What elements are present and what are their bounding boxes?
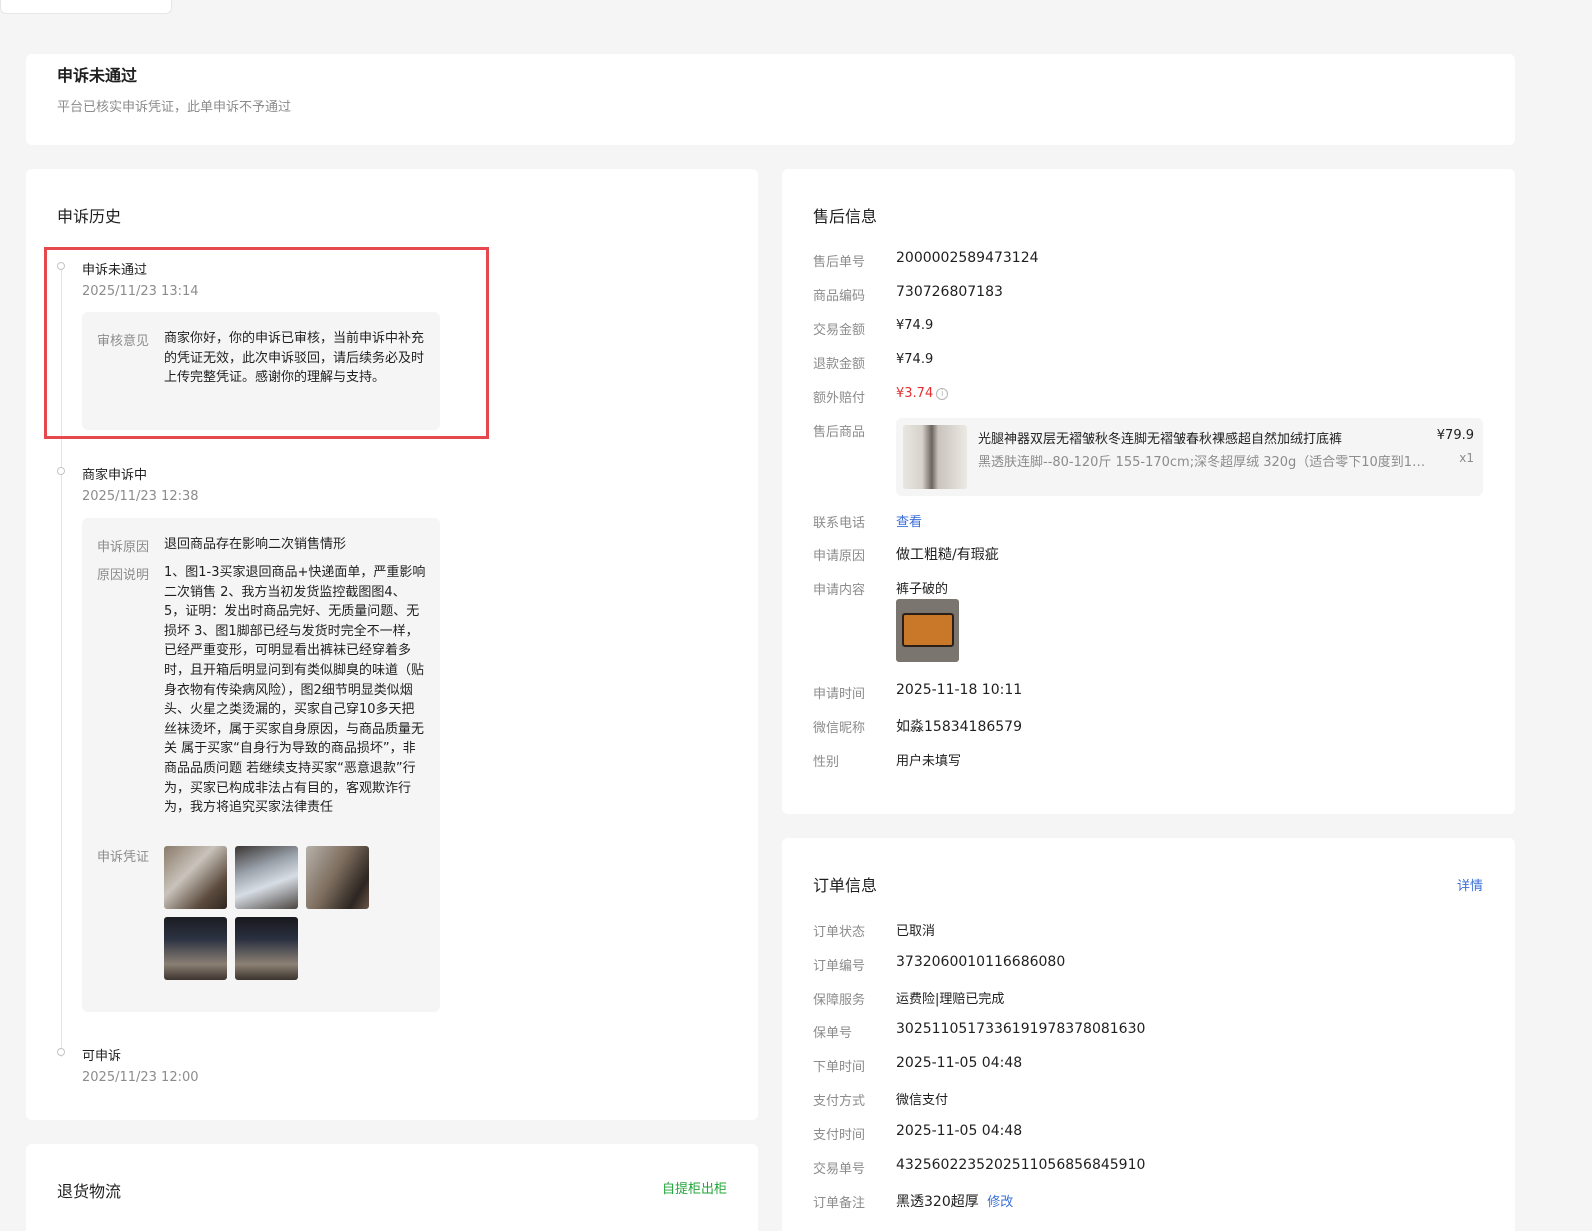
- logistics-status: 自提柜出柜: [661, 1182, 727, 1197]
- wechat-nickname-label: 微信昵称: [813, 721, 866, 736]
- apply-reason-label: 申请原因: [813, 549, 866, 564]
- search-input[interactable]: [0, 0, 172, 14]
- order-remark-row: 黑透320超厚 修改: [896, 1191, 1013, 1211]
- timeline-dot: [57, 1048, 65, 1056]
- payment-method-label: 支付方式: [813, 1094, 866, 1109]
- order-status-label: 订单状态: [813, 925, 866, 940]
- protection-service-label: 保障服务: [813, 993, 866, 1008]
- contact-phone-label: 联系电话: [813, 516, 866, 531]
- view-phone-link[interactable]: 查看: [896, 511, 922, 530]
- order-detail-link[interactable]: 详情: [1457, 875, 1483, 894]
- order-time-value: 2025-11-05 04:48: [896, 1055, 1023, 1071]
- policy-number-value: 3025110517336191978378081630: [896, 1021, 1146, 1037]
- order-id-label: 订单编号: [813, 959, 866, 974]
- payment-time-value: 2025-11-05 04:48: [896, 1123, 1023, 1139]
- return-logistics-title: 退货物流: [57, 1182, 122, 1201]
- apply-content-image[interactable]: [896, 599, 959, 662]
- gender-label: 性别: [813, 755, 840, 770]
- evidence-label: 申诉凭证: [97, 850, 150, 865]
- extra-compensation-value: ¥3.74: [896, 386, 934, 401]
- trade-amount-value: ¥74.9: [896, 318, 934, 333]
- transaction-id-value: 4325602235202511056856845910: [896, 1157, 1146, 1173]
- edit-remark-link[interactable]: 修改: [987, 1195, 1013, 1210]
- apply-content-label: 申请内容: [813, 583, 866, 598]
- trade-amount-label: 交易金额: [813, 323, 866, 338]
- order-remark-label: 订单备注: [813, 1196, 866, 1211]
- order-time-label: 下单时间: [813, 1060, 866, 1075]
- highlight-box: [44, 247, 489, 439]
- product-name: 光腿神器双层无褶皱秋冬连脚无褶皱春秋裸感超自然加绒打底裤: [978, 432, 1343, 447]
- apply-content-value: 裤子破的: [896, 582, 949, 597]
- product-thumbnail: [903, 425, 967, 489]
- appeal-reason-label: 申诉原因: [97, 540, 150, 555]
- appeal-reason-text: 退回商品存在影响二次销售情形: [164, 537, 347, 552]
- policy-number-label: 保单号: [813, 1026, 853, 1041]
- refund-amount-label: 退款金额: [813, 357, 866, 372]
- appeal-status-desc: 平台已核实申诉凭证，此单申诉不予通过: [57, 100, 292, 115]
- appeal-history-title: 申诉历史: [57, 207, 122, 226]
- aftersale-info-title: 售后信息: [813, 207, 878, 226]
- apply-time-value: 2025-11-18 10:11: [896, 682, 1023, 698]
- top-bar: [0, 0, 1592, 14]
- order-status-value: 已取消: [896, 924, 936, 939]
- evidence-image[interactable]: [235, 846, 298, 909]
- apply-reason-value: 做工粗糙/有瑕疵: [896, 547, 999, 563]
- payment-time-label: 支付时间: [813, 1128, 866, 1143]
- aftersale-product-card[interactable]: 光腿神器双层无褶皱秋冬连脚无褶皱春秋裸感超自然加绒打底裤 黑透肤连脚--80-1…: [896, 418, 1483, 496]
- gender-value: 用户未填写: [896, 754, 962, 769]
- product-code-value: 730726807183: [896, 284, 1003, 300]
- timeline-entry-time: 2025/11/23 12:00: [82, 1070, 199, 1085]
- extra-compensation-row: ¥3.74 i: [896, 386, 949, 401]
- return-logistics-card: 退货物流 自提柜出柜: [26, 1144, 758, 1231]
- evidence-image[interactable]: [164, 846, 227, 909]
- timeline-entry-title: 商家申诉中: [82, 468, 148, 483]
- payment-method-value: 微信支付: [896, 1093, 949, 1108]
- product-code-label: 商品编码: [813, 289, 866, 304]
- order-remark-value: 黑透320超厚: [896, 1194, 979, 1210]
- product-price: ¥79.9: [1436, 428, 1474, 443]
- timeline-dot: [57, 467, 65, 475]
- protection-service-value: 运费险|理赔已完成: [896, 992, 1005, 1007]
- reason-explain-text: 1、图1-3买家退回商品+快递面单，严重影响二次销售 2、我方当初发货监控截图图…: [164, 565, 426, 816]
- order-id-value: 3732060010116686080: [896, 954, 1066, 970]
- wechat-nickname-value: 如淼15834186579: [896, 719, 1022, 735]
- apply-time-label: 申请时间: [813, 687, 866, 702]
- evidence-image[interactable]: [164, 917, 227, 980]
- product-spec: 黑透肤连脚--80-120斤 155-170cm;深冬超厚绒 320g（适合零下…: [978, 455, 1426, 470]
- evidence-image[interactable]: [306, 846, 369, 909]
- appeal-status-title: 申诉未通过: [57, 66, 138, 85]
- refund-amount-value: ¥74.9: [896, 352, 934, 367]
- aftersale-info-card: 售后信息 售后单号 2000002589473124 商品编码 73072680…: [782, 169, 1515, 814]
- aftersale-product-label: 售后商品: [813, 425, 866, 440]
- timeline-entry-title: 可申诉: [82, 1049, 122, 1064]
- transaction-id-label: 交易单号: [813, 1162, 866, 1177]
- order-info-card: 订单信息 详情 订单状态 已取消 订单编号 373206001011668608…: [782, 838, 1515, 1231]
- appeal-status-card: 申诉未通过 平台已核实申诉凭证，此单申诉不予通过: [26, 54, 1515, 145]
- info-icon[interactable]: i: [936, 388, 949, 400]
- timeline-entry-time: 2025/11/23 12:38: [82, 489, 199, 504]
- extra-compensation-label: 额外赔付: [813, 391, 866, 406]
- product-quantity: x1: [1459, 451, 1474, 465]
- aftersale-id-label: 售后单号: [813, 255, 866, 270]
- aftersale-id-value: 2000002589473124: [896, 250, 1039, 266]
- order-info-title: 订单信息: [813, 876, 878, 895]
- evidence-image[interactable]: [235, 917, 298, 980]
- appeal-detail-box: 申诉原因 退回商品存在影响二次销售情形 原因说明 1、图1-3买家退回商品+快递…: [82, 518, 440, 1012]
- reason-explain-label: 原因说明: [97, 568, 150, 583]
